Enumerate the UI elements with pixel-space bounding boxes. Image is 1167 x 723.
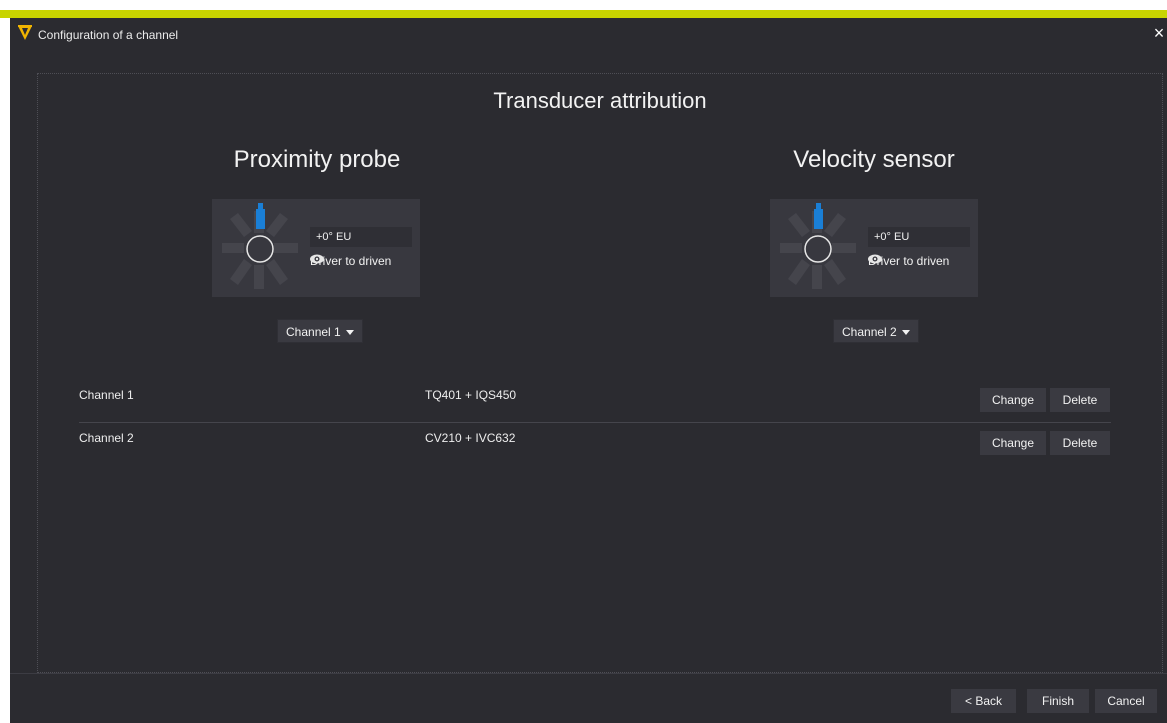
close-icon[interactable]: × bbox=[1151, 22, 1167, 44]
cancel-button[interactable]: Cancel bbox=[1095, 689, 1157, 713]
velocity-channel-value: Channel 2 bbox=[842, 325, 897, 339]
angle-field[interactable]: +0° EU bbox=[868, 227, 970, 247]
velocity-channel-select[interactable]: Channel 2 bbox=[833, 319, 919, 343]
chevron-down-icon bbox=[901, 330, 910, 336]
accent-bar bbox=[0, 10, 1167, 18]
velocity-sensor-diagram[interactable]: +0° EU Driver to driven bbox=[770, 199, 978, 297]
proximity-probe-diagram[interactable]: +0° EU Driver to driven bbox=[212, 199, 420, 297]
channel-name: Channel 1 bbox=[79, 388, 134, 402]
probe-orientation-icon bbox=[222, 203, 298, 289]
app-logo-icon bbox=[18, 25, 32, 40]
velocity-sensor-title: Velocity sensor bbox=[793, 146, 955, 173]
angle-field[interactable]: +0° EU bbox=[310, 227, 412, 247]
proximity-channel-select[interactable]: Channel 1 bbox=[277, 319, 363, 343]
proximity-probe-title: Proximity probe bbox=[233, 146, 401, 173]
table-row: Channel 1 TQ401 + IQS450 Change Delete bbox=[79, 380, 1111, 422]
table-row: Channel 2 CV210 + IVC632 Change Delete bbox=[79, 422, 1111, 465]
proximity-channel-value: Channel 1 bbox=[286, 325, 341, 339]
transducer-description: CV210 + IVC632 bbox=[425, 431, 516, 445]
sensor-orientation-icon bbox=[780, 203, 856, 289]
channel-list: Channel 1 TQ401 + IQS450 Change Delete C… bbox=[79, 380, 1111, 465]
transducer-description: TQ401 + IQS450 bbox=[425, 388, 517, 402]
delete-button[interactable]: Delete bbox=[1050, 388, 1110, 412]
footer-divider bbox=[10, 673, 1167, 674]
dialog-window: Configuration of a channel × Transducer … bbox=[10, 18, 1167, 723]
finish-button[interactable]: Finish bbox=[1027, 689, 1089, 713]
screen-top-edge bbox=[0, 0, 1167, 10]
eye-icon bbox=[310, 254, 324, 264]
change-button[interactable]: Change bbox=[980, 388, 1046, 412]
content-panel: Transducer attribution Proximity probe +… bbox=[37, 73, 1163, 673]
chevron-down-icon bbox=[345, 330, 354, 336]
delete-button[interactable]: Delete bbox=[1050, 431, 1110, 455]
window-title: Configuration of a channel bbox=[38, 28, 179, 42]
direction-toggle[interactable]: Driver to driven bbox=[310, 254, 391, 268]
back-button[interactable]: < Back bbox=[951, 689, 1016, 713]
eye-icon bbox=[868, 254, 882, 264]
channel-name: Channel 2 bbox=[79, 431, 134, 445]
page-title: Transducer attribution bbox=[493, 88, 707, 113]
direction-toggle[interactable]: Driver to driven bbox=[868, 254, 949, 268]
change-button[interactable]: Change bbox=[980, 431, 1046, 455]
title-bar[interactable]: Configuration of a channel × bbox=[10, 18, 1167, 54]
